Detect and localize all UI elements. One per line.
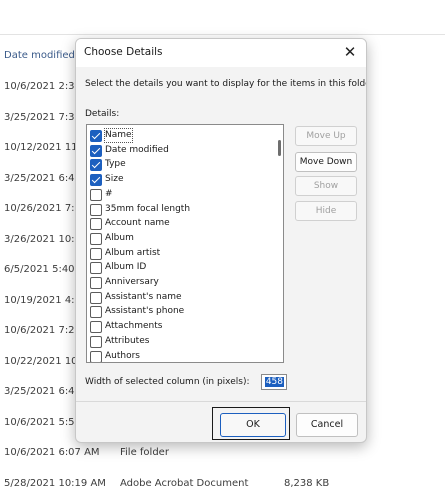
details-list-item[interactable]: Attributes (90, 335, 270, 349)
details-list-item-label: Account name (105, 218, 170, 229)
row-date-modified: 10/19/2021 4:0 (4, 294, 81, 306)
checkbox-unchecked[interactable] (90, 291, 102, 304)
column-width-value: 458 (264, 377, 284, 387)
details-list-item-label: Anniversary (105, 277, 159, 287)
row-date-modified: 3/26/2021 10:0 (4, 233, 81, 245)
column-width-input[interactable]: 458 (261, 374, 287, 390)
details-list-item[interactable]: Size (90, 173, 270, 187)
row-date-modified: 3/25/2021 7:39 (4, 111, 81, 123)
dialog-instruction: Select the details you want to display f… (85, 79, 367, 89)
details-list-item-label: Attachments (105, 321, 163, 332)
details-list-item-label: Album ID (105, 262, 147, 273)
details-list-item-label: Name (104, 128, 133, 143)
details-list-item[interactable]: Account name (90, 217, 270, 231)
details-list-item[interactable]: Date modified (90, 144, 270, 158)
details-list-item[interactable]: Attachments (90, 320, 270, 334)
checkbox-checked[interactable] (90, 130, 102, 142)
details-list-item-label: Album (105, 232, 134, 243)
row-type: File folder (120, 447, 169, 458)
details-listbox[interactable]: Name Date modified Type Size #35mm focal len… (86, 124, 284, 363)
row-date-modified: 10/6/2021 5:57 (4, 416, 81, 428)
listbox-scrollbar-thumb[interactable] (278, 140, 281, 156)
row-date-modified: 10/26/2021 7:4 (4, 203, 81, 214)
dialog-titlebar: Choose Details ✕ (76, 39, 366, 67)
row-date-modified: 5/28/2021 10:19 AM (4, 477, 106, 489)
checkbox-unchecked[interactable] (90, 350, 102, 362)
footer-divider (76, 401, 366, 402)
details-list-item[interactable]: # (90, 188, 270, 202)
cancel-button[interactable]: Cancel (296, 413, 358, 437)
ok-button[interactable]: OK (220, 413, 286, 437)
checkbox-unchecked[interactable] (90, 306, 102, 319)
details-list-item-label: Type (105, 159, 126, 170)
details-list-item[interactable]: Authors (90, 350, 270, 362)
close-icon[interactable]: ✕ (338, 41, 362, 63)
details-list-item[interactable]: Album artist (90, 247, 270, 261)
row-date-modified: 3/25/2021 6:46 (4, 386, 81, 397)
details-list-item[interactable]: Name (90, 128, 270, 143)
hide-button[interactable]: Hide (295, 201, 357, 221)
details-list-item-label: Attributes (105, 335, 150, 346)
details-label: Details: (85, 109, 120, 119)
details-list-item[interactable]: Album (90, 232, 270, 246)
checkbox-unchecked[interactable] (90, 218, 102, 231)
checkbox-unchecked[interactable] (90, 321, 102, 334)
checkbox-unchecked[interactable] (90, 232, 102, 245)
date-modified-column-header[interactable]: Date modified (4, 50, 75, 61)
row-date-modified: 3/25/2021 6:45 (4, 172, 81, 184)
details-list-item-label: Album artist (105, 247, 161, 258)
row-date-modified: 10/6/2021 2:32 (4, 81, 81, 92)
show-button[interactable]: Show (295, 176, 357, 196)
dialog-title: Choose Details (84, 46, 163, 58)
details-list-item[interactable]: Type (90, 158, 270, 172)
details-list-item-label: # (105, 188, 113, 199)
checkbox-checked[interactable] (90, 159, 102, 172)
move-up-button[interactable]: Move Up (295, 126, 357, 146)
checkbox-unchecked[interactable] (90, 277, 102, 289)
details-list-item-label: Assistant's name (105, 291, 182, 302)
row-date-modified: 10/12/2021 11 (4, 142, 78, 153)
table-row[interactable]: 10/6/2021 6:07 AM File folder (4, 447, 444, 461)
details-list-item[interactable]: Anniversary (90, 276, 270, 290)
details-list-item-label: Size (105, 174, 124, 185)
row-date-modified: 10/6/2021 7:26 (4, 325, 81, 336)
row-type: Adobe Acrobat Document (120, 477, 249, 489)
details-list-item[interactable]: Assistant's phone (90, 305, 270, 319)
choose-details-dialog: Choose Details ✕ Select the details you … (75, 38, 367, 443)
table-row[interactable]: 5/28/2021 10:19 AM Adobe Acrobat Document… (4, 478, 444, 492)
row-date-modified: 6/5/2021 5:40 P (4, 264, 84, 275)
details-list-item[interactable]: Assistant's name (90, 291, 270, 305)
row-date-modified: 10/6/2021 6:07 AM (4, 447, 100, 458)
checkbox-checked[interactable] (90, 144, 102, 157)
row-size: 8,238 KB (284, 477, 330, 489)
details-list-item[interactable]: 35mm focal length (90, 203, 270, 217)
checkbox-unchecked[interactable] (90, 335, 102, 348)
details-list-item-label: Date modified (105, 144, 169, 155)
explorer-toolbar (0, 0, 445, 35)
details-list-item[interactable]: Album ID (90, 261, 270, 275)
checkbox-checked[interactable] (90, 174, 102, 187)
move-down-button[interactable]: Move Down (295, 152, 357, 172)
details-list-item-label: Authors (105, 350, 140, 361)
column-width-label: Width of selected column (in pixels): (85, 377, 250, 387)
checkbox-unchecked[interactable] (90, 262, 102, 275)
details-list-item-label: Assistant's phone (105, 306, 185, 317)
checkbox-unchecked[interactable] (90, 247, 102, 260)
row-date-modified: 10/22/2021 10 (4, 355, 78, 367)
checkbox-unchecked[interactable] (90, 188, 102, 201)
details-list-item-label: 35mm focal length (105, 203, 191, 214)
checkbox-unchecked[interactable] (90, 203, 102, 216)
